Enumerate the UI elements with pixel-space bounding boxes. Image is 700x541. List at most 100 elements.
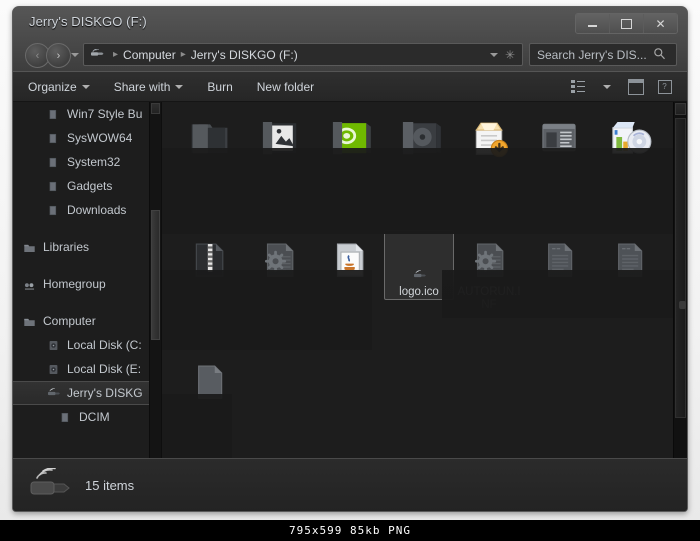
content-scroll-up-icon[interactable] xyxy=(675,103,686,115)
sidebar-item-label: DCIM xyxy=(79,410,110,424)
sidebar-item-label: Libraries xyxy=(43,240,90,254)
file-item[interactable]: AUTORUN.INF xyxy=(454,230,524,352)
sidebar-scrollbar[interactable] xyxy=(149,102,161,511)
burn-label: Burn xyxy=(207,79,233,94)
breadcrumb-computer[interactable]: Computer xyxy=(123,48,176,62)
nav-group-gap xyxy=(13,259,161,272)
file-item[interactable] xyxy=(454,108,524,230)
screenshot-root: Jerry's DISKGO (F:) ✕ ‹ › ▸ Computer ▸ J… xyxy=(0,0,700,541)
sidebar-item-homegroup[interactable]: Homegroup xyxy=(13,272,161,296)
folder-small-icon xyxy=(47,156,60,169)
breadcrumb-separator: ▸ xyxy=(180,49,186,60)
blank-file-icon xyxy=(185,358,233,404)
address-dropdown-caret-icon[interactable] xyxy=(489,52,498,57)
hard-disk-icon xyxy=(47,339,60,352)
help-glyph: ? xyxy=(657,79,672,94)
forward-button[interactable]: › xyxy=(46,43,71,68)
back-chevron-icon: ‹ xyxy=(35,49,40,62)
image-caption-bar: 795x599 85kb PNG xyxy=(0,520,700,541)
organize-button[interactable]: Organize xyxy=(19,76,99,98)
chevron-down-icon xyxy=(175,84,184,89)
sidebar-item-dcim[interactable]: DCIM xyxy=(13,405,161,429)
folder-small-icon xyxy=(59,411,72,424)
usb-drive-large-icon xyxy=(27,468,71,502)
window-body: Win7 Style Bu SysWOW64 System32 Gadgets Down… xyxy=(13,102,687,511)
search-box[interactable] xyxy=(529,43,677,66)
folder-image-icon xyxy=(255,114,303,160)
file-item[interactable] xyxy=(594,230,664,352)
file-name-label: AUTORUN.INF xyxy=(457,286,521,311)
window-controls: ✕ xyxy=(575,13,678,34)
address-bar[interactable]: ▸ Computer ▸ Jerry's DISKGO (F:) ✳ xyxy=(83,43,523,66)
file-list-pane[interactable]: logo.ico AUTORUN.INF xyxy=(162,102,687,511)
sidebar-item-gadgets[interactable]: Gadgets xyxy=(13,174,161,198)
sidebar-item-local-disk-c[interactable]: Local Disk (C: xyxy=(13,333,161,357)
share-with-button[interactable]: Share with xyxy=(105,76,193,98)
sidebar-item-win7-style-bu[interactable]: Win7 Style Bu xyxy=(13,102,161,126)
folder-icon xyxy=(185,114,233,160)
help-icon[interactable]: ? xyxy=(652,77,677,97)
file-item[interactable] xyxy=(314,230,384,352)
sidebar-item-label: Downloads xyxy=(67,203,127,217)
content-scroll-thumb[interactable] xyxy=(675,118,686,418)
search-input[interactable] xyxy=(530,46,652,63)
console-window-icon xyxy=(535,114,583,160)
file-item[interactable] xyxy=(244,230,314,352)
usb-drive-icon xyxy=(90,49,104,60)
burn-button[interactable]: Burn xyxy=(198,76,241,98)
installer-package-icon xyxy=(465,114,513,160)
content-scrollbar[interactable] xyxy=(673,102,687,511)
sidebar-item-local-disk-e[interactable]: Local Disk (E: xyxy=(13,357,161,381)
folder-disc-icon xyxy=(395,114,443,160)
maximize-button[interactable] xyxy=(610,14,644,33)
file-item[interactable] xyxy=(174,108,244,230)
file-item[interactable] xyxy=(524,108,594,230)
sidebar-item-label: Gadgets xyxy=(67,179,113,193)
sidebar-item-libraries[interactable]: Libraries xyxy=(13,235,161,259)
sidebar-scroll-up-icon[interactable] xyxy=(151,103,160,114)
minimize-button[interactable] xyxy=(576,14,610,33)
file-item[interactable] xyxy=(174,352,244,474)
text-file-icon xyxy=(605,236,653,282)
file-item[interactable] xyxy=(314,108,384,230)
close-icon: ✕ xyxy=(655,16,666,31)
sidebar-item-label: Computer xyxy=(43,314,96,328)
forward-chevron-icon: › xyxy=(56,49,61,62)
file-item[interactable] xyxy=(244,108,314,230)
sidebar-item-jerry-s-diskg[interactable]: Jerry's DISKG xyxy=(13,381,161,405)
window-title: Jerry's DISKGO (F:) xyxy=(29,14,147,29)
refresh-icon[interactable]: ✳ xyxy=(505,49,515,61)
file-item[interactable] xyxy=(174,230,244,352)
recent-locations-caret-icon[interactable] xyxy=(71,53,79,57)
preview-pane-icon[interactable] xyxy=(623,77,648,97)
item-count-label: 15 items xyxy=(85,477,135,493)
file-item[interactable] xyxy=(384,108,454,230)
folder-nvidia-icon xyxy=(325,114,373,160)
java-file-icon xyxy=(325,236,373,282)
file-item-selected[interactable]: logo.ico xyxy=(384,230,454,300)
title-bar: Jerry's DISKGO (F:) ✕ xyxy=(13,7,687,39)
homegroup-icon xyxy=(23,278,36,291)
file-item[interactable] xyxy=(524,230,594,352)
text-file-icon xyxy=(535,236,583,282)
sidebar-item-computer[interactable]: Computer xyxy=(13,309,161,333)
sidebar-scroll-thumb[interactable] xyxy=(151,210,160,340)
caption-text: 795x599 85kb PNG xyxy=(289,524,411,537)
folder-small-icon xyxy=(47,204,60,217)
sidebar-item-system32[interactable]: System32 xyxy=(13,150,161,174)
file-item[interactable] xyxy=(594,108,664,230)
file-name-label: logo.ico xyxy=(399,286,439,298)
nav-group-gap xyxy=(13,296,161,309)
scroll-thumb-grip xyxy=(679,301,686,309)
breadcrumb-drive[interactable]: Jerry's DISKGO (F:) xyxy=(191,48,298,62)
sidebar-item-downloads[interactable]: Downloads xyxy=(13,198,161,222)
address-bar-row: ‹ › ▸ Computer ▸ Jerry's DISKGO (F:) ✳ S… xyxy=(13,39,687,71)
new-folder-button[interactable]: New folder xyxy=(248,76,323,98)
view-caret-icon[interactable] xyxy=(594,77,619,97)
close-button[interactable]: ✕ xyxy=(644,14,677,33)
share-with-label: Share with xyxy=(113,79,171,94)
sidebar-item-syswow64[interactable]: SysWOW64 xyxy=(13,126,161,150)
view-options-icon[interactable] xyxy=(565,77,590,97)
breadcrumb-separator: ▸ xyxy=(113,49,119,60)
status-bar: 15 items xyxy=(13,458,687,511)
